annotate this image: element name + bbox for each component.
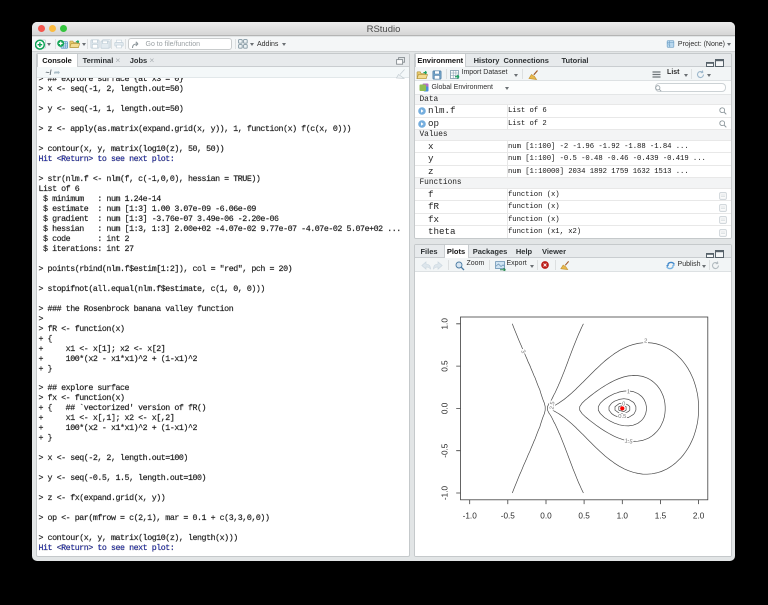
svg-text:0.5: 0.5 [578,511,590,520]
svg-text:2.5: 2.5 [549,401,556,410]
svg-text:-1.0: -1.0 [440,485,449,500]
svg-text:-1.0: -1.0 [462,511,477,520]
svg-text:0: 0 [622,401,625,407]
svg-text:0.5: 0.5 [618,413,626,419]
svg-text:0.5: 0.5 [440,359,449,371]
svg-text:0.0: 0.0 [440,402,449,414]
svg-text:2: 2 [643,338,647,344]
svg-text:-0.5: -0.5 [440,443,449,458]
svg-text:1.0: 1.0 [616,511,628,520]
svg-text:1: 1 [626,389,630,395]
svg-text:1.5: 1.5 [654,511,666,520]
svg-text:2.0: 2.0 [692,511,704,520]
svg-text:-0.5: -0.5 [500,511,515,520]
svg-text:1.0: 1.0 [440,317,449,329]
svg-text:0.0: 0.0 [540,511,552,520]
